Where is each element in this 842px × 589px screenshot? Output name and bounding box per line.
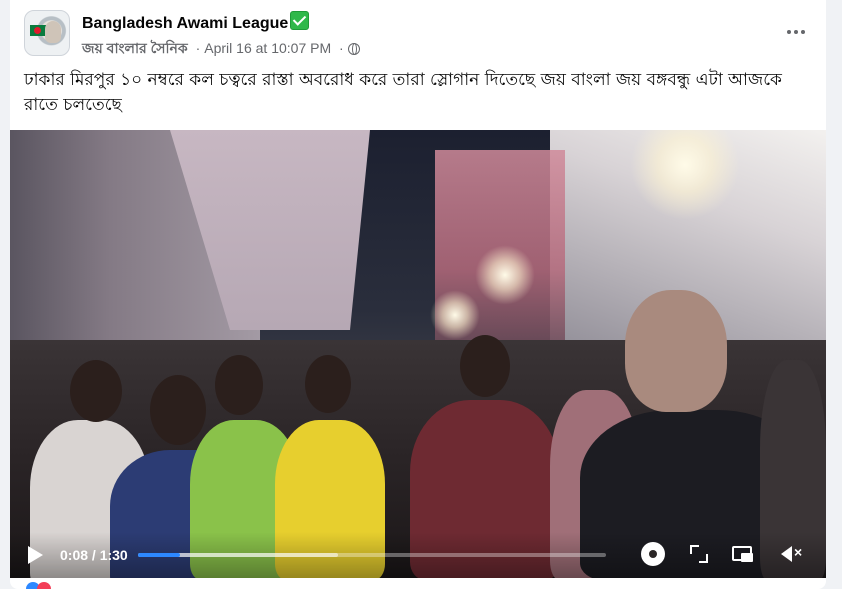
portrait-icon <box>45 21 61 43</box>
more-options-button[interactable] <box>780 22 812 42</box>
video-light-glow <box>475 245 535 305</box>
video-progress-bar[interactable] <box>138 553 606 557</box>
video-person-head <box>625 290 727 412</box>
meta-separator: · <box>195 40 201 56</box>
page-name-link[interactable]: Bangladesh Awami League <box>82 11 310 33</box>
more-dot-icon <box>794 30 798 34</box>
picture-in-picture-icon[interactable] <box>730 541 756 567</box>
play-icon[interactable] <box>28 546 43 564</box>
video-person-head <box>460 335 510 397</box>
reaction-icons[interactable] <box>26 582 51 589</box>
video-light-glow <box>430 290 480 340</box>
more-dot-icon <box>801 30 805 34</box>
muted-speaker-icon[interactable]: × <box>778 541 804 567</box>
more-dot-icon <box>787 30 791 34</box>
page-name-text[interactable]: Bangladesh Awami League <box>82 15 288 32</box>
video-person-head <box>215 355 263 415</box>
flag-icon <box>30 25 46 36</box>
mute-x-icon: × <box>794 544 803 560</box>
video-person-head <box>70 360 122 422</box>
video-played-bar <box>138 553 180 557</box>
page-avatar[interactable] <box>24 10 70 56</box>
video-controls-bar: 0:08 / 1:30 × <box>10 532 826 578</box>
video-person-head <box>305 355 351 413</box>
love-reaction-icon <box>37 582 51 589</box>
check-mark-icon <box>290 11 310 30</box>
fullscreen-icon[interactable] <box>686 541 712 567</box>
video-time: 0:08 / 1:30 <box>60 547 128 563</box>
meta-separator-2: · <box>339 40 344 56</box>
video-player[interactable]: 0:08 / 1:30 × <box>10 130 826 578</box>
post-meta: জয় বাংলার সৈনিক · April 16 at 10:07 PM · <box>82 37 360 61</box>
video-person-head <box>150 375 206 445</box>
post-message: ঢাকার মিরপুর ১০ নম্বরে কল চত্বরে রাস্তা … <box>24 70 782 115</box>
post-header: Bangladesh Awami League জয় বাংলার সৈনিক… <box>24 10 812 58</box>
group-name-link[interactable]: জয় বাংলার সৈনিক <box>82 40 188 56</box>
globe-icon <box>347 43 360 55</box>
settings-gear-icon[interactable] <box>640 541 666 567</box>
facebook-post-card: Bangladesh Awami League জয় বাংলার সৈনিক… <box>10 0 826 589</box>
post-timestamp-link[interactable]: April 16 at 10:07 PM <box>204 40 331 56</box>
